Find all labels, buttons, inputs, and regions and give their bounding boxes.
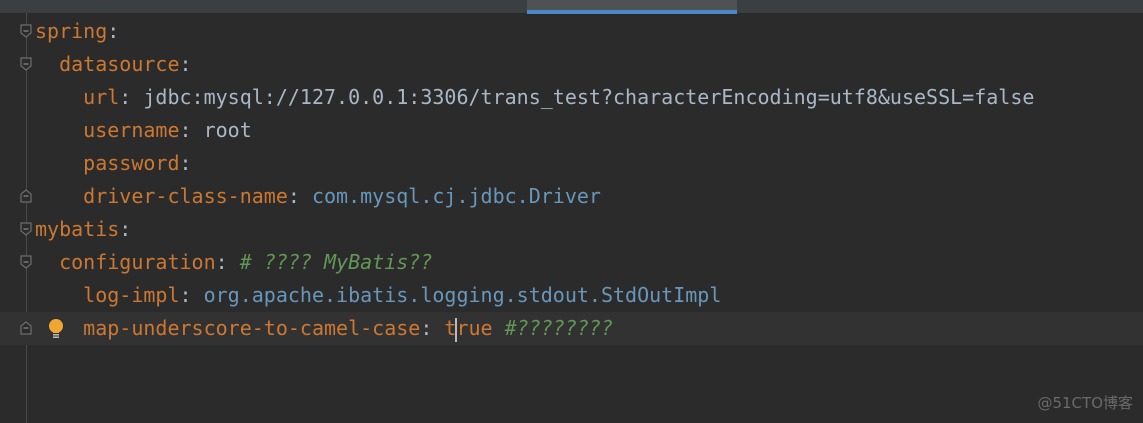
colon: : — [215, 250, 228, 274]
editor-tab[interactable] — [225, 0, 495, 13]
editor-tab[interactable] — [40, 0, 190, 13]
yaml-key: username — [83, 118, 180, 142]
code-line[interactable]: mybatis: — [0, 213, 1143, 246]
colon: : — [287, 184, 300, 208]
editor-tab-active[interactable] — [527, 0, 737, 14]
code-line[interactable]: password: — [0, 147, 1143, 180]
code-line[interactable]: driver-class-name: com.mysql.cj.jdbc.Dri… — [0, 180, 1143, 213]
code-text: driver-class-name: com.mysql.cj.jdbc.Dri… — [35, 180, 601, 213]
colon: : — [179, 52, 192, 76]
code-text: log-impl: org.apache.ibatis.logging.stdo… — [35, 279, 721, 312]
code-text: spring: — [35, 15, 119, 48]
colon: : — [179, 151, 192, 175]
code-line[interactable]: configuration: # ???? MyBatis?? — [0, 246, 1143, 279]
code-text: username: root — [35, 114, 252, 147]
yaml-key: driver-class-name — [83, 184, 288, 208]
code-text: mybatis: — [35, 213, 131, 246]
fold-collapse-icon[interactable] — [20, 57, 32, 71]
yaml-value: org.apache.ibatis.logging.stdout.StdOutI… — [203, 283, 722, 307]
code-line[interactable]: spring: — [0, 15, 1143, 48]
code-text: map-underscore-to-camel-case: true #????… — [35, 312, 613, 345]
colon: : — [179, 118, 192, 142]
code-text: configuration: # ???? MyBatis?? — [35, 246, 432, 279]
yaml-key: url — [83, 85, 120, 109]
colon: : — [420, 316, 433, 340]
yaml-comment: #???????? — [504, 316, 614, 340]
code-line[interactable]: url: jdbc:mysql://127.0.0.1:3306/trans_t… — [0, 81, 1143, 114]
yaml-key: map-underscore-to-camel-case — [83, 316, 421, 340]
colon: : — [119, 217, 132, 241]
code-text: url: jdbc:mysql://127.0.0.1:3306/trans_t… — [35, 81, 1034, 114]
yaml-key: spring — [35, 19, 108, 43]
yaml-value: root — [203, 118, 252, 142]
yaml-value: jdbc:mysql://127.0.0.1:3306/trans_test?c… — [143, 85, 1035, 109]
fold-collapse-icon[interactable] — [20, 255, 32, 269]
colon: : — [107, 19, 120, 43]
editor-tab-bar — [0, 0, 1143, 14]
fold-collapse-icon[interactable] — [20, 24, 32, 38]
colon: : — [179, 283, 192, 307]
code-line[interactable]: log-impl: org.apache.ibatis.logging.stdo… — [0, 279, 1143, 312]
yaml-key: configuration — [59, 250, 216, 274]
text-caret — [455, 317, 458, 342]
code-text: datasource: — [35, 48, 192, 81]
yaml-key: datasource — [59, 52, 180, 76]
code-line[interactable]: map-underscore-to-camel-case: true #????… — [0, 312, 1143, 345]
yaml-comment: # ???? MyBatis?? — [239, 250, 433, 274]
yaml-key: password — [83, 151, 180, 175]
code-text: password: — [35, 147, 192, 180]
code-line[interactable]: username: root — [0, 114, 1143, 147]
yaml-value: true — [444, 316, 493, 342]
yaml-key: log-impl — [83, 283, 180, 307]
yaml-value: com.mysql.cj.jdbc.Driver — [311, 184, 601, 208]
code-editor[interactable]: spring: datasource: url: jdbc:mysql://12… — [0, 15, 1143, 345]
watermark: @51CTO博客 — [1037, 394, 1133, 412]
fold-end-icon[interactable] — [20, 321, 32, 335]
fold-collapse-icon[interactable] — [20, 222, 32, 236]
fold-end-icon[interactable] — [20, 189, 32, 203]
yaml-key: mybatis — [35, 217, 120, 241]
code-line[interactable]: datasource: — [0, 48, 1143, 81]
colon: : — [119, 85, 132, 109]
